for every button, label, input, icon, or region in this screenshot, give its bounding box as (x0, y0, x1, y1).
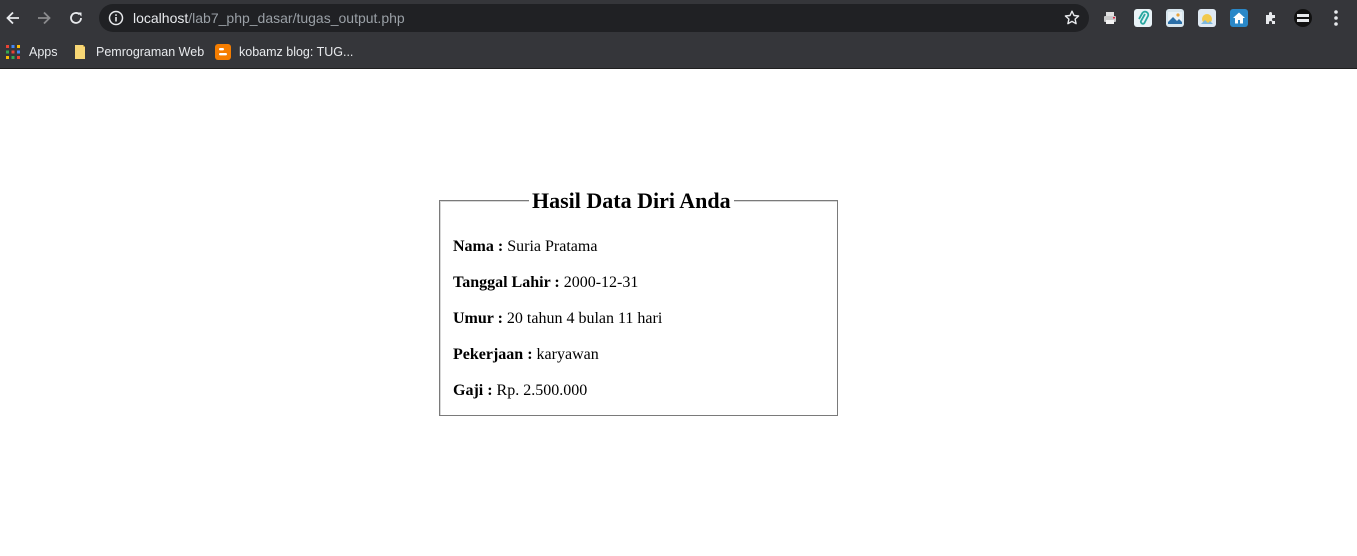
url-text[interactable]: localhost/lab7_php_dasar/tugas_output.ph… (133, 9, 405, 27)
field-gaji: Gaji : Rp. 2.500.000 (453, 381, 587, 401)
field-label: Gaji : (453, 382, 493, 399)
back-arrow-icon (6, 11, 19, 25)
field-umur: Umur : 20 tahun 4 bulan 11 hari (453, 309, 662, 329)
bookmark-label: Pemrograman Web (96, 45, 205, 59)
field-pekerjaan: Pekerjaan : karyawan (453, 345, 599, 365)
address-bar[interactable]: localhost/lab7_php_dasar/tugas_output.ph… (99, 4, 1089, 32)
result-fieldset: Hasil Data Diri Anda Nama : Suria Pratam… (439, 189, 838, 416)
bookmark-star-icon[interactable] (1063, 9, 1081, 27)
reload-button[interactable] (63, 5, 89, 31)
printer-extension-icon[interactable] (1101, 9, 1119, 27)
field-value: Suria Pratama (507, 238, 598, 255)
fieldset-legend: Hasil Data Diri Anda (529, 189, 734, 213)
field-label: Tanggal Lahir : (453, 274, 560, 291)
field-tanggal-lahir: Tanggal Lahir : 2000-12-31 (453, 273, 638, 293)
home-extension-icon[interactable] (1230, 9, 1248, 27)
bookmark-label: kobamz blog: TUG... (239, 45, 354, 59)
kebab-menu-icon[interactable] (1327, 8, 1345, 28)
field-value: Rp. 2.500.000 (496, 382, 588, 399)
field-value: 20 tahun 4 bulan 11 hari (506, 310, 663, 327)
apps-grid-icon (6, 45, 20, 59)
browser-toolbar: localhost/lab7_php_dasar/tugas_output.ph… (0, 0, 1357, 36)
info-icon[interactable] (108, 10, 124, 26)
reload-icon (70, 12, 82, 24)
field-value: 2000-12-31 (563, 274, 639, 291)
pacman-extension-icon[interactable] (1294, 9, 1312, 27)
back-button[interactable] (0, 5, 26, 31)
field-label: Nama : (453, 238, 504, 255)
field-value: karyawan (536, 346, 599, 363)
url-host: localhost (133, 10, 189, 26)
bookmarks-bar: Apps Pemrograman Web kobamz blog: TUG... (0, 36, 1357, 69)
field-nama: Nama : Suria Pratama (453, 237, 597, 257)
forward-arrow-icon (38, 11, 51, 25)
puzzle-icon[interactable] (1262, 9, 1280, 27)
url-path: /lab7_php_dasar/tugas_output.php (188, 10, 405, 26)
photo-extension-icon[interactable] (1198, 9, 1216, 27)
field-label: Pekerjaan : (453, 346, 533, 363)
bookmark-kobamz-blog[interactable]: kobamz blog: TUG... (215, 41, 353, 63)
blogger-icon (215, 44, 231, 60)
bookmark-pemrograman-web[interactable]: Pemrograman Web (72, 41, 204, 63)
image-extension-icon[interactable] (1166, 9, 1184, 27)
forward-button[interactable] (31, 5, 57, 31)
paperclip-extension-icon[interactable] (1134, 9, 1152, 27)
bookmark-apps[interactable]: Apps (5, 41, 58, 63)
folder-icon (75, 45, 85, 59)
field-label: Umur : (453, 310, 503, 327)
bookmark-label: Apps (29, 45, 58, 59)
